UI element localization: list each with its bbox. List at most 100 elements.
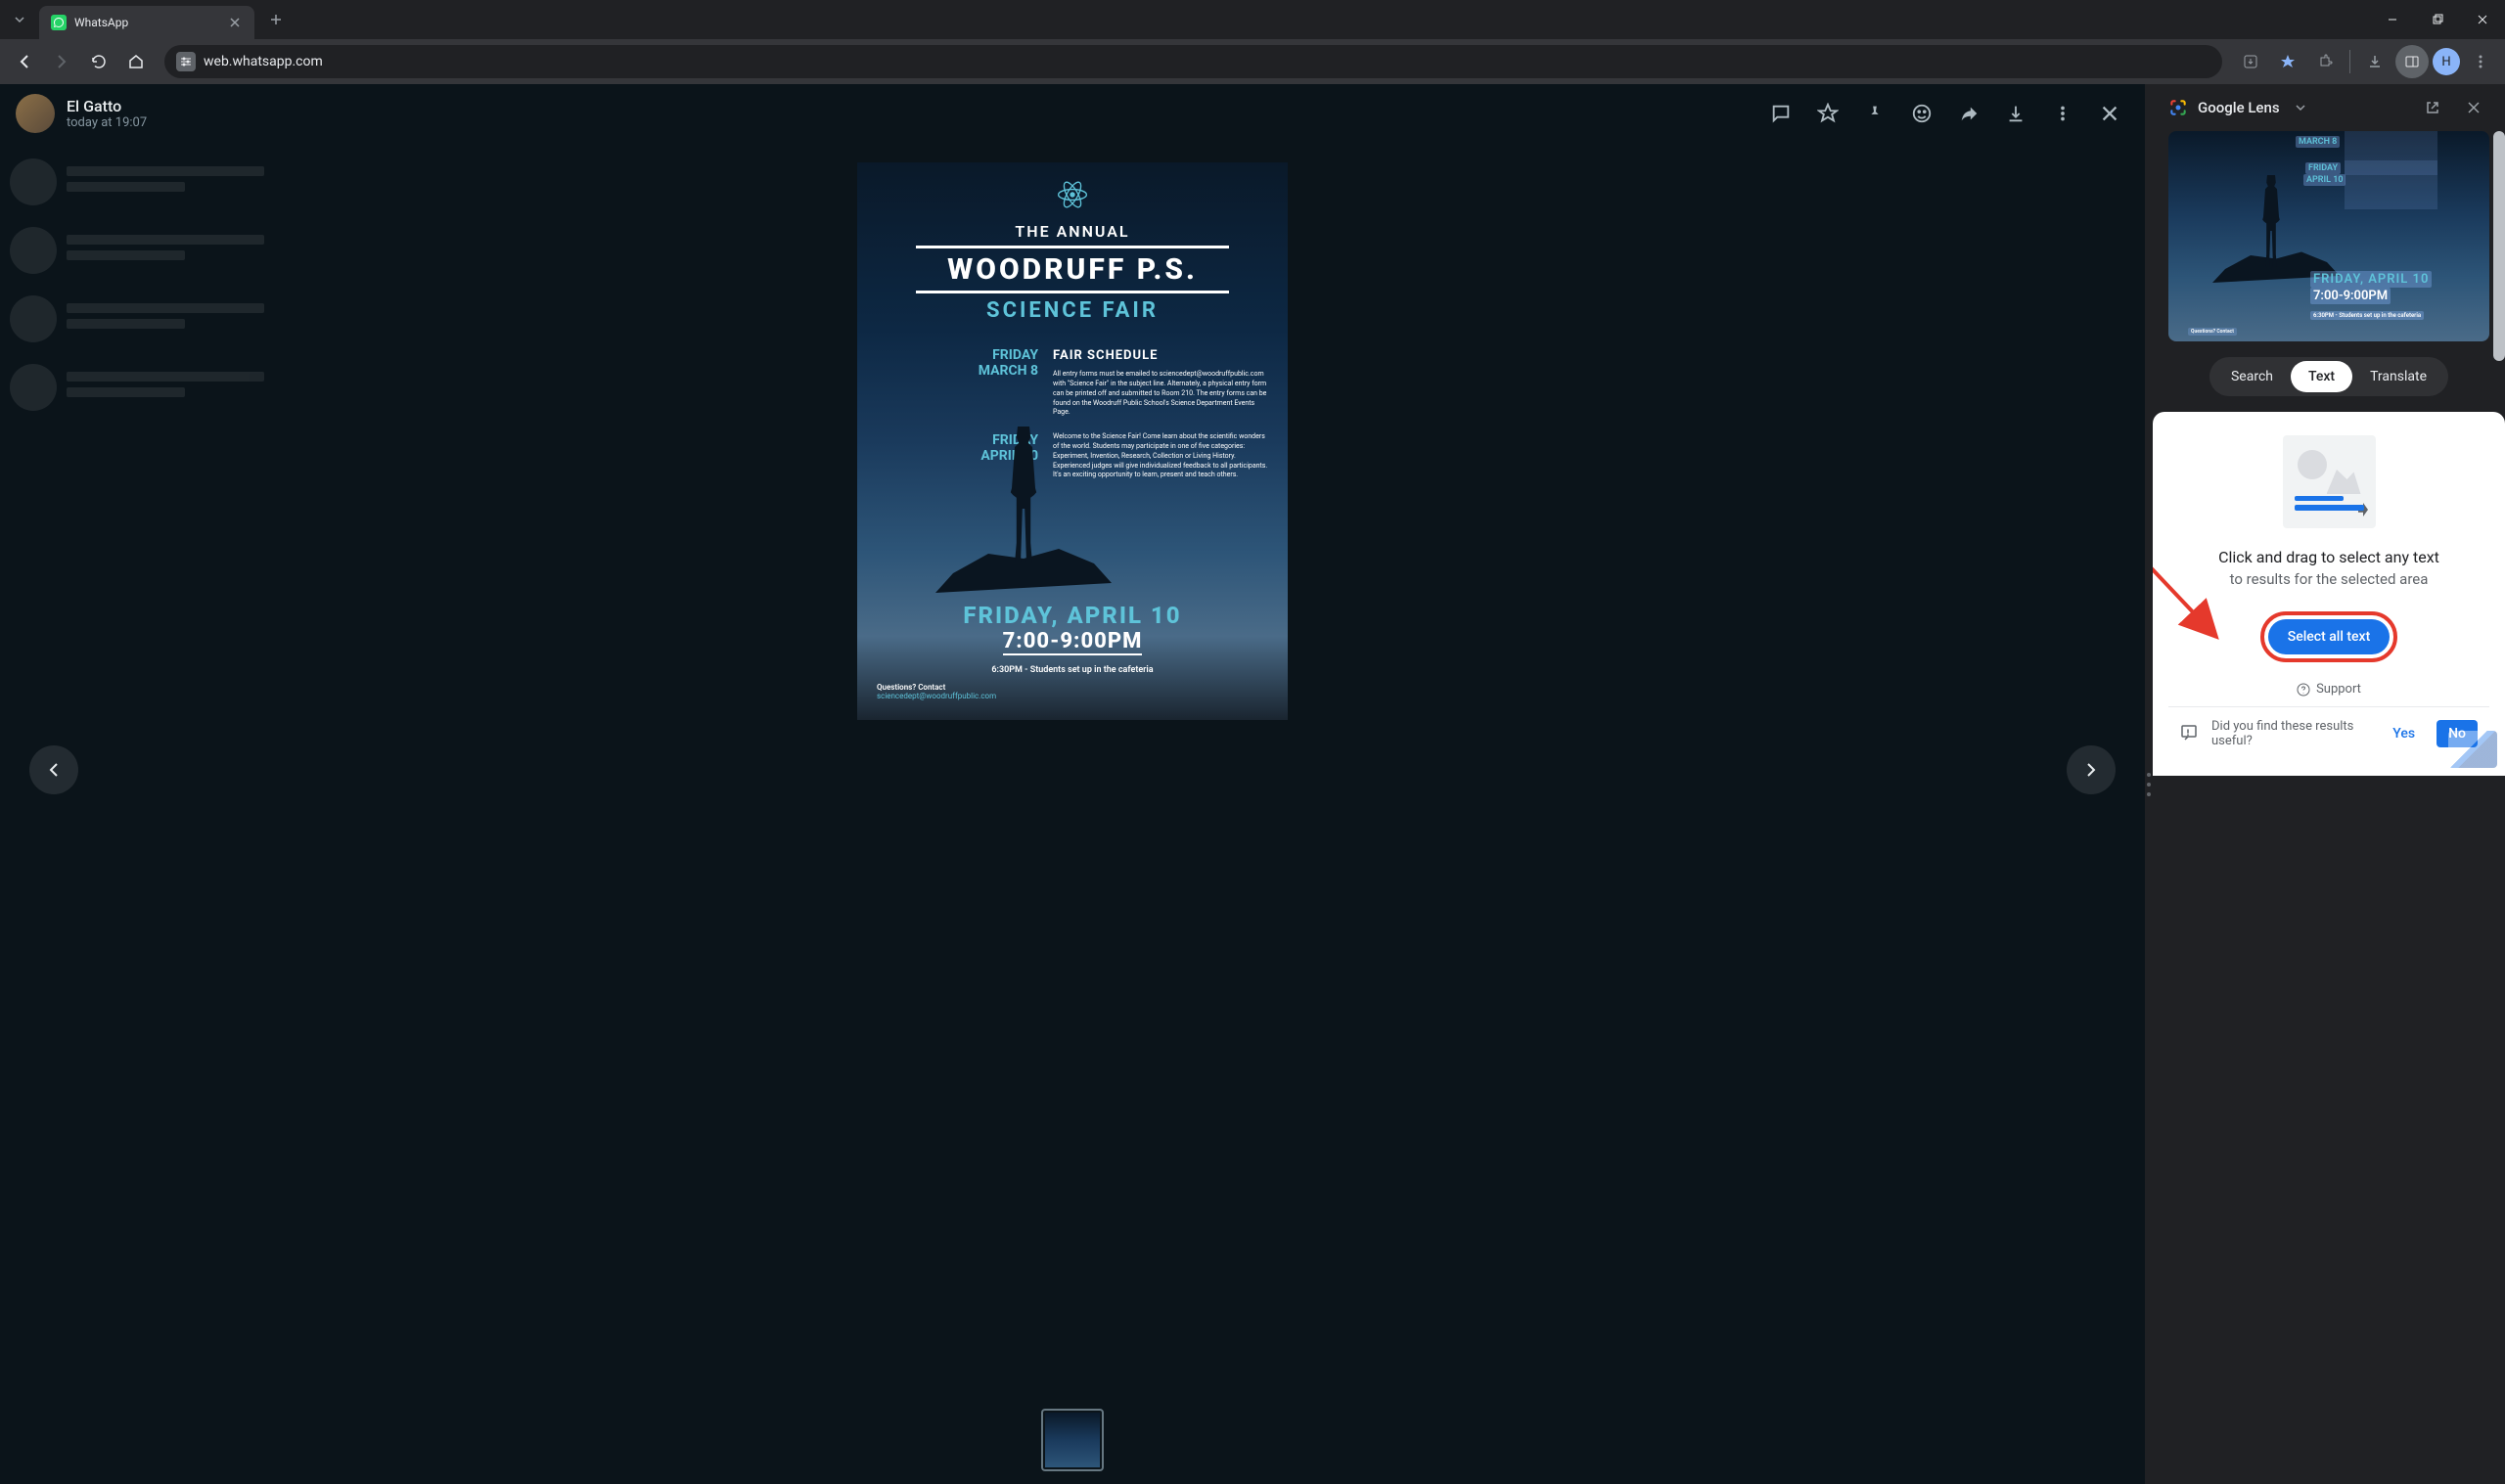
feedback-question: Did you find these results useful? — [2211, 719, 2371, 748]
close-panel-button[interactable] — [2458, 92, 2489, 123]
tab-close-button[interactable] — [227, 15, 243, 30]
emoji-icon — [1911, 103, 1933, 124]
star-icon — [1817, 103, 1839, 124]
lens-highlight: 6:30PM - Students set up in the cafeteri… — [2310, 311, 2424, 320]
poster-questions: Questions? Contact — [877, 683, 1268, 692]
lens-image-preview[interactable]: MARCH 8 FRIDAY APRIL 10 FRIDAY, APRIL 10… — [2168, 131, 2489, 341]
maximize-icon — [2432, 14, 2443, 25]
menu-button[interactable] — [2464, 45, 2497, 78]
poster-text2: Welcome to the Science Fair! Come learn … — [1053, 432, 1268, 480]
minimize-button[interactable] — [2370, 0, 2415, 39]
install-icon — [2242, 53, 2259, 70]
previous-media-button[interactable] — [29, 745, 78, 794]
media-thumbnails — [0, 1396, 2145, 1484]
poster-title-text: WOODRUFF P.S. — [916, 246, 1229, 293]
next-media-button[interactable] — [2067, 745, 2116, 794]
forward-icon — [1958, 103, 1980, 124]
home-icon — [127, 53, 145, 70]
maximize-button[interactable] — [2415, 0, 2460, 39]
poster-schedule-heading: FAIR SCHEDULE — [1053, 347, 1268, 365]
lens-message-secondary: to results for the selected area — [2168, 570, 2489, 588]
chat-icon — [1770, 103, 1792, 124]
arrow-right-icon — [53, 53, 70, 70]
tab-search[interactable]: Search — [2213, 361, 2291, 392]
scrollbar-thumb[interactable] — [2493, 131, 2505, 361]
minimize-icon — [2387, 14, 2398, 25]
emoji-button[interactable] — [1902, 94, 1941, 133]
star-button[interactable] — [1808, 94, 1847, 133]
arrow-left-icon — [16, 53, 33, 70]
pin-button[interactable] — [1855, 94, 1894, 133]
poster-note: 6:30PM - Students set up in the cafeteri… — [877, 665, 1268, 675]
url-text: web.whatsapp.com — [204, 54, 323, 69]
feedback-yes-button[interactable]: Yes — [2383, 720, 2425, 747]
lens-highlight: FRIDAY, APRIL 10 — [2310, 271, 2432, 288]
reload-button[interactable] — [82, 45, 115, 78]
open-new-tab-button[interactable] — [2417, 92, 2448, 123]
site-info-button[interactable] — [176, 52, 196, 71]
forward-button[interactable] — [1949, 94, 1988, 133]
text-select-illustration — [2283, 435, 2376, 528]
media-timestamp: today at 19:07 — [67, 115, 1761, 130]
puzzle-icon — [2316, 53, 2334, 70]
reply-button[interactable] — [1761, 94, 1800, 133]
install-app-button[interactable] — [2234, 45, 2267, 78]
lens-highlight-block — [2345, 160, 2437, 209]
window-close-button[interactable] — [2460, 0, 2505, 39]
plus-icon — [270, 14, 282, 25]
tab-translate[interactable]: Translate — [2352, 361, 2444, 392]
whatsapp-favicon — [51, 15, 67, 30]
back-button[interactable] — [8, 45, 41, 78]
help-icon — [2297, 683, 2310, 697]
annotation-highlight: Select all text — [2260, 611, 2398, 662]
close-icon — [230, 18, 240, 27]
chevron-right-icon — [2081, 760, 2101, 780]
download-icon — [2366, 53, 2384, 70]
tab-text[interactable]: Text — [2291, 361, 2352, 392]
tabs-dropdown-button[interactable] — [0, 0, 39, 39]
browser-toolbar: web.whatsapp.com H — [0, 39, 2505, 84]
star-icon — [2279, 53, 2297, 70]
select-all-text-button[interactable]: Select all text — [2268, 619, 2391, 654]
feedback-bar: Did you find these results useful? Yes N… — [2168, 706, 2489, 760]
poster-image[interactable]: THE ANNUAL WOODRUFF P.S. SCIENCE FAIR FR… — [857, 162, 1288, 720]
close-icon — [2099, 103, 2120, 124]
profile-initial: H — [2441, 55, 2450, 69]
new-tab-button[interactable] — [262, 6, 290, 33]
extensions-button[interactable] — [2308, 45, 2342, 78]
support-label: Support — [2316, 682, 2361, 697]
lens-highlight: 7:00-9:00PM — [2310, 288, 2391, 304]
whatsapp-media-viewer: El Gatto today at 19:07 — [0, 84, 2145, 1484]
forward-button[interactable] — [45, 45, 78, 78]
panel-resize-handle[interactable] — [2145, 84, 2153, 1484]
home-button[interactable] — [119, 45, 153, 78]
chevron-down-icon[interactable] — [2295, 102, 2306, 113]
reload-icon — [90, 53, 108, 70]
poster-subtitle-text: SCIENCE FAIR — [857, 298, 1288, 323]
lens-results-area: Click and drag to select any text to res… — [2153, 412, 2505, 776]
atom-icon — [857, 177, 1288, 212]
profile-button[interactable]: H — [2433, 48, 2460, 75]
media-header: El Gatto today at 19:07 — [0, 84, 2145, 143]
thumbnail[interactable] — [1041, 1409, 1104, 1471]
more-button[interactable] — [2043, 94, 2082, 133]
tune-icon — [179, 55, 193, 68]
close-button[interactable] — [2090, 94, 2129, 133]
watermark-logo — [2448, 731, 2497, 768]
sender-avatar[interactable] — [16, 94, 55, 133]
poster-date1b: MARCH 8 — [877, 363, 1038, 379]
bookmark-button[interactable] — [2271, 45, 2304, 78]
close-icon — [2467, 101, 2481, 114]
poster-text1: All entry forms must be emailed to scien… — [1053, 370, 1268, 418]
support-link[interactable]: Support — [2168, 682, 2489, 697]
lens-mode-tabs: Search Text Translate — [2153, 357, 2505, 396]
downloads-button[interactable] — [2358, 45, 2391, 78]
browser-tab[interactable]: WhatsApp — [39, 6, 254, 39]
download-button[interactable] — [1996, 94, 2035, 133]
sidepanel-button[interactable] — [2395, 45, 2429, 78]
lens-title: Google Lens — [2198, 99, 2289, 116]
close-icon — [2477, 14, 2488, 25]
poster-person-silhouette — [994, 427, 1053, 563]
window-titlebar: WhatsApp — [0, 0, 2505, 39]
address-bar[interactable]: web.whatsapp.com — [164, 45, 2222, 78]
